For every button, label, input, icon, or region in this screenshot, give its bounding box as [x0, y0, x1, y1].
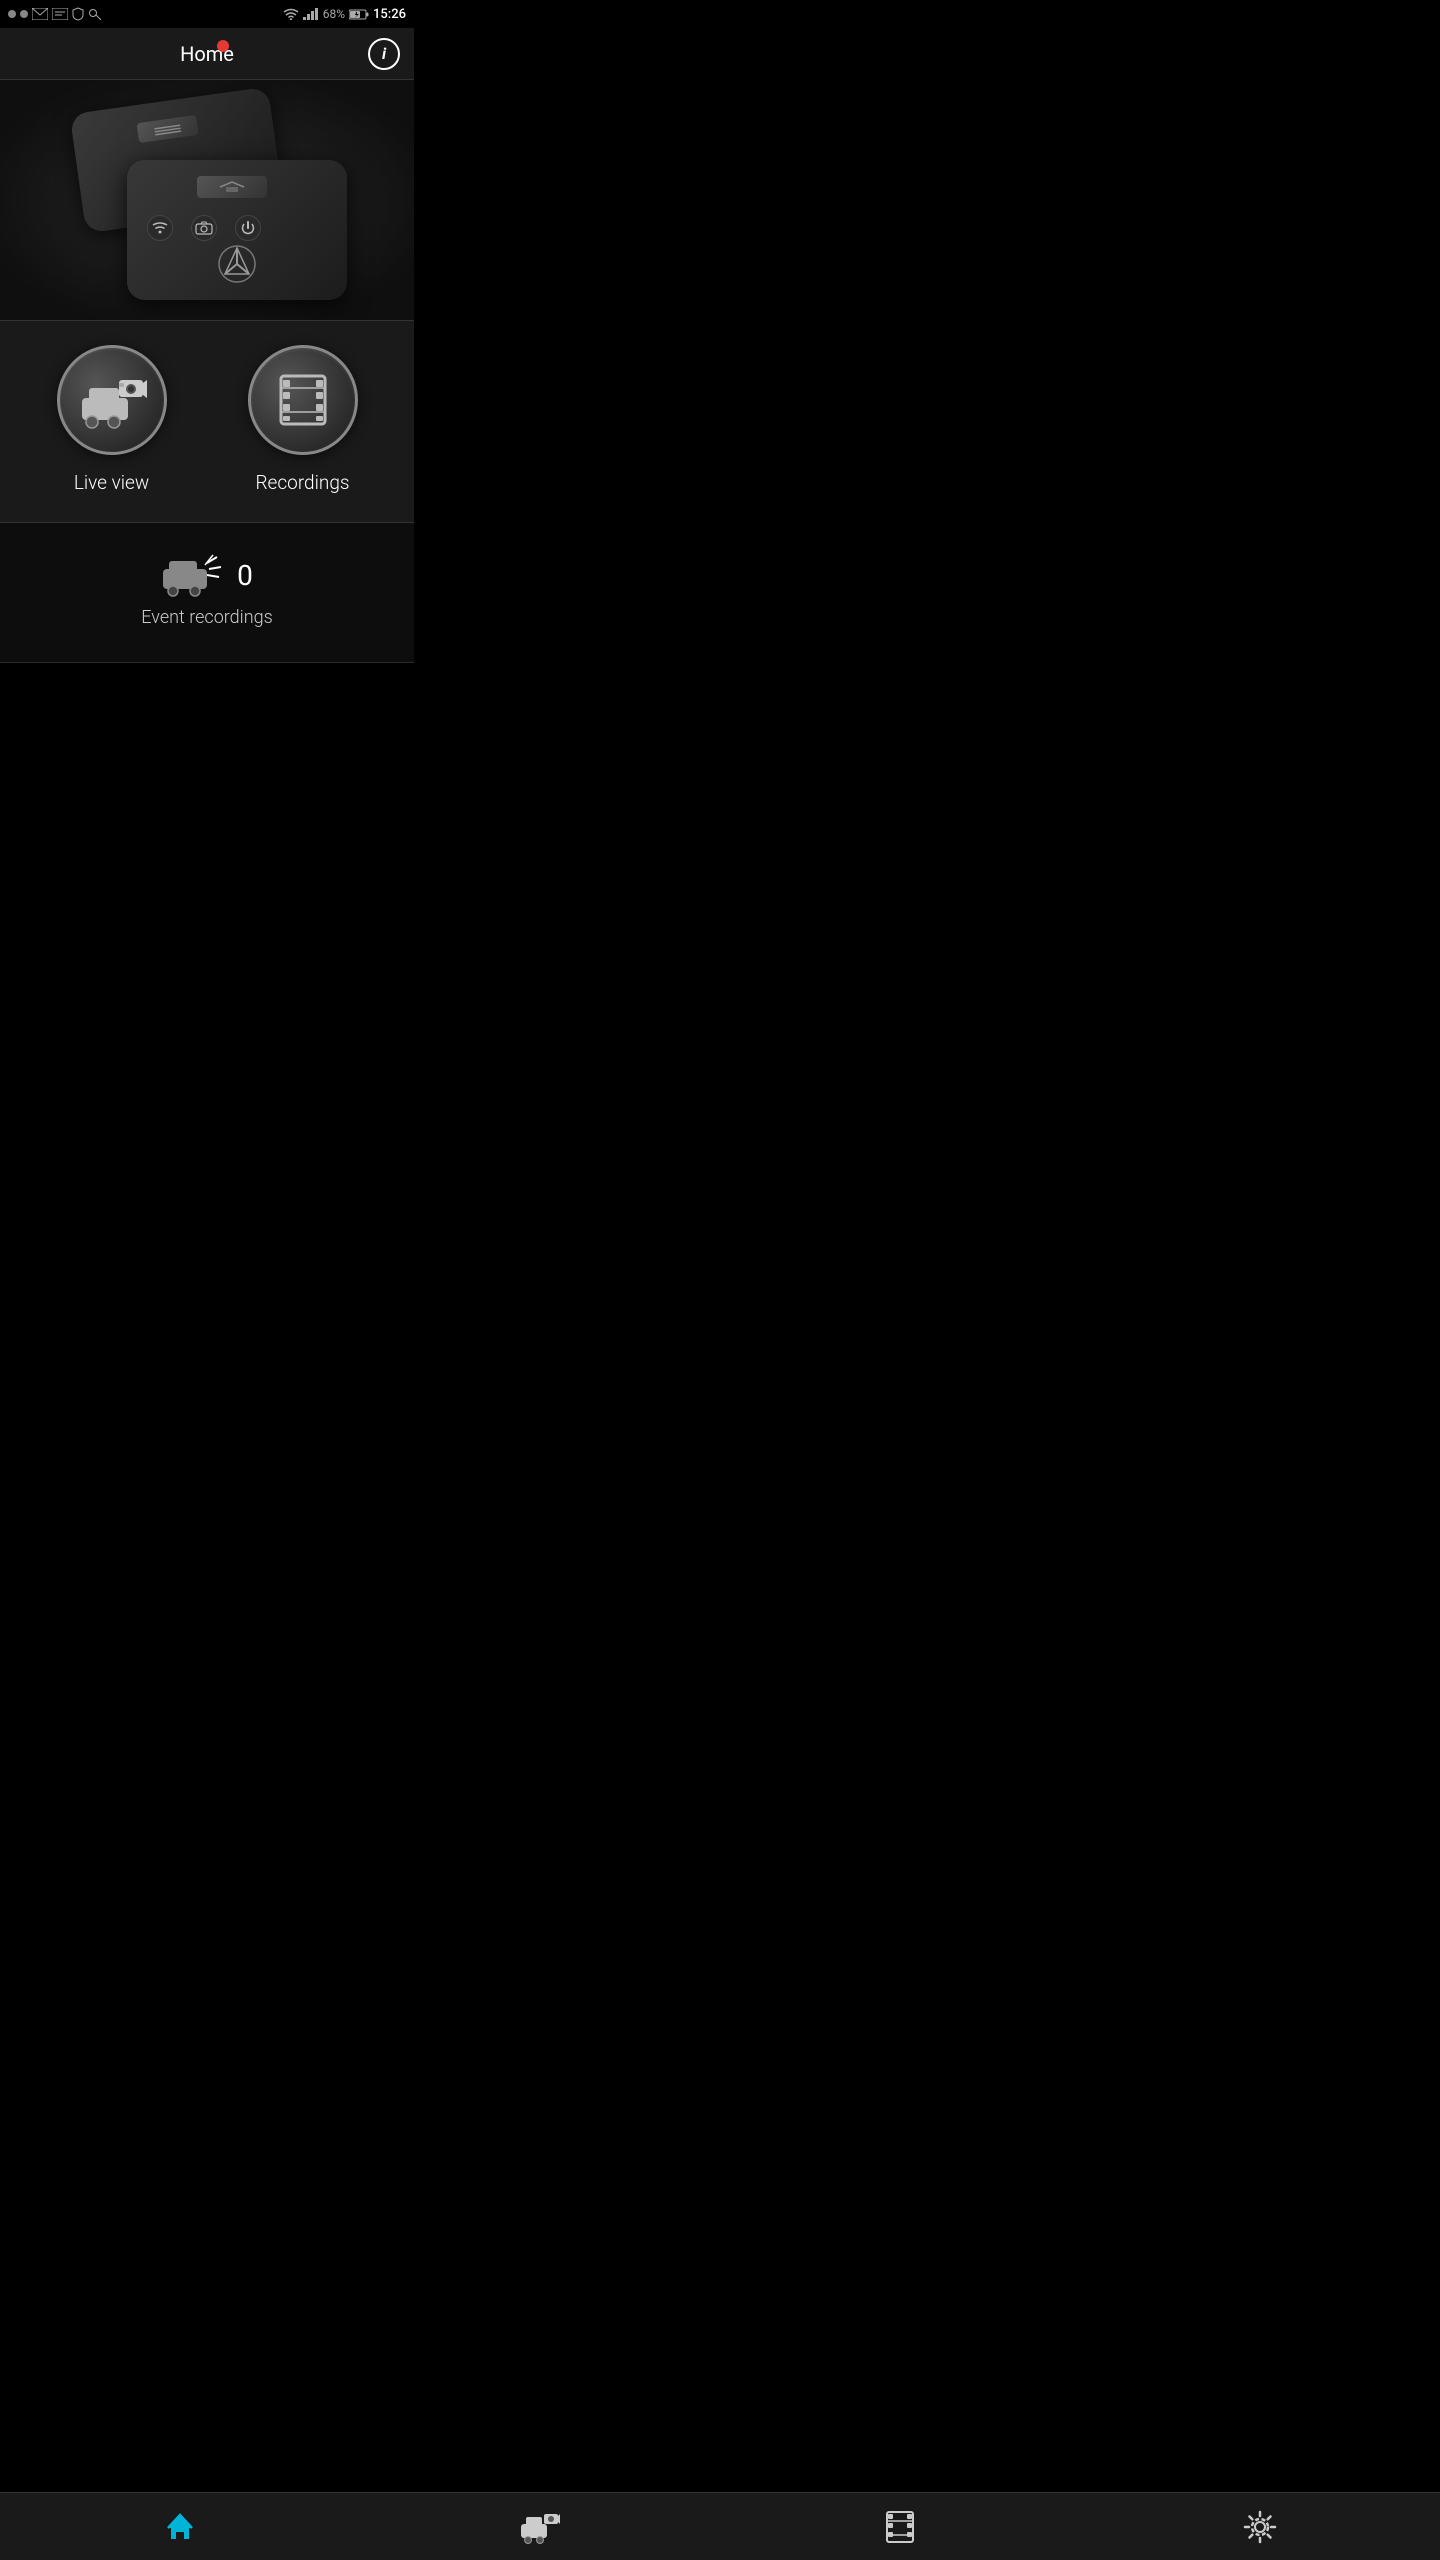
gmail-icon	[32, 8, 48, 20]
event-count: 0	[237, 559, 253, 592]
bottom-navigation	[0, 2492, 1440, 2560]
time-display: 15:26	[373, 7, 406, 22]
recording-dot	[217, 40, 229, 52]
car-crash-icon	[161, 553, 225, 597]
event-recordings-label: Event recordings	[141, 607, 272, 628]
nav-liveview[interactable]	[360, 2493, 720, 2560]
status-right-icons: 68% 15:26	[283, 7, 406, 22]
nav-home[interactable]	[0, 2493, 360, 2560]
film-strip-icon	[273, 370, 333, 430]
battery-icon	[349, 9, 369, 20]
recordings-button[interactable]: Recordings	[248, 345, 358, 494]
main-buttons-section: Live view Recordings	[0, 320, 414, 523]
info-icon: i	[382, 44, 386, 63]
event-recordings-section[interactable]: 0 Event recordings	[0, 523, 414, 663]
device-image-area	[0, 80, 414, 320]
camera-button	[191, 215, 217, 241]
device-front	[127, 160, 347, 300]
info-button[interactable]: i	[368, 38, 400, 70]
device-front-buttons	[147, 215, 261, 241]
app-header: Home i	[0, 28, 414, 80]
dot-icon-1	[8, 10, 16, 18]
power-button	[235, 215, 261, 241]
home-icon	[163, 2510, 197, 2544]
device-wrapper	[67, 100, 347, 300]
status-left-icons	[8, 7, 102, 21]
device-back-button	[136, 115, 198, 143]
event-count-row: 0	[161, 553, 253, 597]
film-nav-icon	[885, 2510, 915, 2544]
nav-settings[interactable]	[1080, 2493, 1440, 2560]
live-view-button[interactable]: Live view	[57, 345, 167, 494]
status-bar: 68% 15:26	[0, 0, 414, 28]
dot-icon-2	[20, 10, 28, 18]
signal-icon	[303, 8, 319, 20]
key-icon	[88, 7, 102, 21]
recordings-label: Recordings	[255, 471, 349, 494]
live-view-circle	[57, 345, 167, 455]
nav-recordings[interactable]	[720, 2493, 1080, 2560]
recordings-circle	[248, 345, 358, 455]
email-icon	[52, 8, 68, 20]
wifi-icon	[283, 8, 299, 20]
liveview-nav-icon	[520, 2510, 560, 2544]
live-view-icon	[77, 370, 147, 430]
battery-percent: 68%	[323, 7, 345, 21]
shield-icon	[72, 7, 84, 21]
settings-icon	[1243, 2510, 1277, 2544]
mercedes-logo-front	[217, 244, 257, 284]
device-front-top-button	[197, 176, 267, 198]
live-view-label: Live view	[74, 471, 149, 494]
wifi-button	[147, 215, 173, 241]
